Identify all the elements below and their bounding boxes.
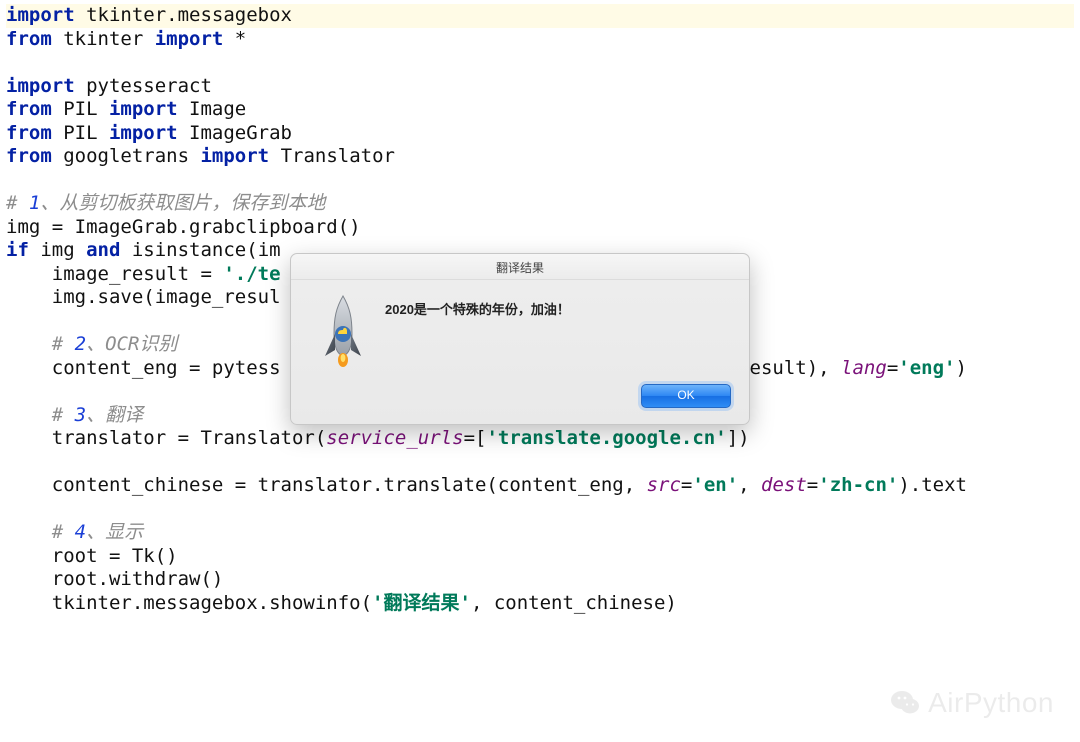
code-line: from googletrans import Translator — [6, 145, 1074, 169]
code-token: content_chinese = translator.translate(c… — [6, 474, 647, 496]
dialog-body: 2020是一个特殊的年份，加油！ — [291, 280, 749, 384]
code-token: from — [6, 145, 52, 167]
code-token: dest — [761, 474, 807, 496]
code-token: = — [807, 474, 818, 496]
code-token: root = Tk() — [6, 545, 178, 567]
code-line: translator = Translator(service_urls=['t… — [6, 427, 1074, 451]
code-token: import — [155, 28, 224, 50]
code-line — [6, 498, 1074, 522]
code-line: content_chinese = translator.translate(c… — [6, 474, 1074, 498]
code-line: # 1、从剪切板获取图片，保存到本地 — [6, 192, 1074, 216]
code-token: isinstance(im — [120, 239, 280, 261]
code-token: 'en' — [692, 474, 738, 496]
ok-button[interactable]: OK — [641, 384, 731, 408]
code-line: from PIL import Image — [6, 98, 1074, 122]
code-token: 'translate.google.cn' — [486, 427, 726, 449]
code-token: # — [52, 404, 75, 426]
code-token: import — [200, 145, 269, 167]
code-token: if — [6, 239, 29, 261]
code-token: 'eng' — [898, 357, 955, 379]
code-token: import — [109, 98, 178, 120]
python-rocket-icon — [311, 294, 375, 370]
code-token: ) — [955, 357, 966, 379]
code-token: from — [6, 98, 52, 120]
watermark: AirPython — [890, 688, 1054, 718]
code-token: pytesseract — [75, 75, 212, 97]
code-token: ).text — [898, 474, 967, 496]
code-line: from PIL import ImageGrab — [6, 122, 1074, 146]
code-token: 、从剪切板获取图片，保存到本地 — [40, 192, 325, 214]
code-token — [6, 521, 52, 543]
dialog-message: 2020是一个特殊的年份，加油！ — [375, 294, 729, 322]
code-line: from tkinter import * — [6, 28, 1074, 52]
code-line: root.withdraw() — [6, 568, 1074, 592]
code-token: img.save(image_resul — [6, 286, 281, 308]
code-token: tkinter.messagebox.showinfo( — [6, 592, 372, 614]
code-token: translator = Translator( — [6, 427, 326, 449]
code-token: Image — [178, 98, 247, 120]
code-token: 4 — [75, 521, 86, 543]
code-token: '翻译结果' — [372, 592, 471, 614]
code-line: tkinter.messagebox.showinfo('翻译结果', cont… — [6, 592, 1074, 616]
code-token: root.withdraw() — [6, 568, 223, 590]
code-token: = — [681, 474, 692, 496]
code-token: src — [647, 474, 681, 496]
watermark-text: AirPython — [928, 691, 1054, 715]
code-token: './te — [223, 263, 280, 285]
code-token: ]) — [727, 427, 750, 449]
code-line: # 4、显示 — [6, 521, 1074, 545]
code-token: img — [29, 239, 86, 261]
code-token: tkinter.messagebox — [75, 4, 292, 26]
code-line — [6, 51, 1074, 75]
code-token: import — [6, 4, 75, 26]
code-line: img = ImageGrab.grabclipboard() — [6, 216, 1074, 240]
code-line — [6, 169, 1074, 193]
code-token: and — [86, 239, 120, 261]
code-token: 、显示 — [86, 521, 143, 543]
code-line — [6, 451, 1074, 475]
code-token: * — [223, 28, 246, 50]
code-token: import — [109, 122, 178, 144]
code-token: Translator — [269, 145, 395, 167]
code-token: = — [887, 357, 898, 379]
code-token — [6, 404, 52, 426]
code-token: , — [738, 474, 761, 496]
code-token: 、翻译 — [86, 404, 143, 426]
code-token: tkinter — [52, 28, 155, 50]
code-token: # — [52, 333, 75, 355]
code-token: =[ — [464, 427, 487, 449]
code-token: from — [6, 28, 52, 50]
code-token: ImageGrab — [178, 122, 292, 144]
code-line: root = Tk() — [6, 545, 1074, 569]
code-token: 'zh-cn' — [818, 474, 898, 496]
dialog-title: 翻译结果 — [291, 254, 749, 280]
code-token: 、OCR识别 — [86, 333, 177, 355]
code-token: # — [52, 521, 75, 543]
wechat-icon — [890, 688, 920, 718]
code-token: img = ImageGrab.grabclipboard() — [6, 216, 361, 238]
code-token — [6, 333, 52, 355]
code-token: 1 — [29, 192, 40, 214]
code-token: # — [6, 192, 29, 214]
code-token: PIL — [52, 98, 109, 120]
code-token: PIL — [52, 122, 109, 144]
code-token: import — [6, 75, 75, 97]
code-token: googletrans — [52, 145, 201, 167]
code-line: import tkinter.messagebox — [6, 4, 1074, 28]
code-token: , content_chinese) — [471, 592, 677, 614]
code-token: from — [6, 122, 52, 144]
code-token: 3 — [75, 404, 86, 426]
code-line: import pytesseract — [6, 75, 1074, 99]
messagebox-dialog: 翻译结果 — [290, 253, 750, 425]
dialog-buttons: OK — [291, 384, 749, 424]
code-token: service_urls — [326, 427, 463, 449]
code-token: lang — [841, 357, 887, 379]
code-token: image_result = — [6, 263, 223, 285]
code-token: 2 — [75, 333, 86, 355]
